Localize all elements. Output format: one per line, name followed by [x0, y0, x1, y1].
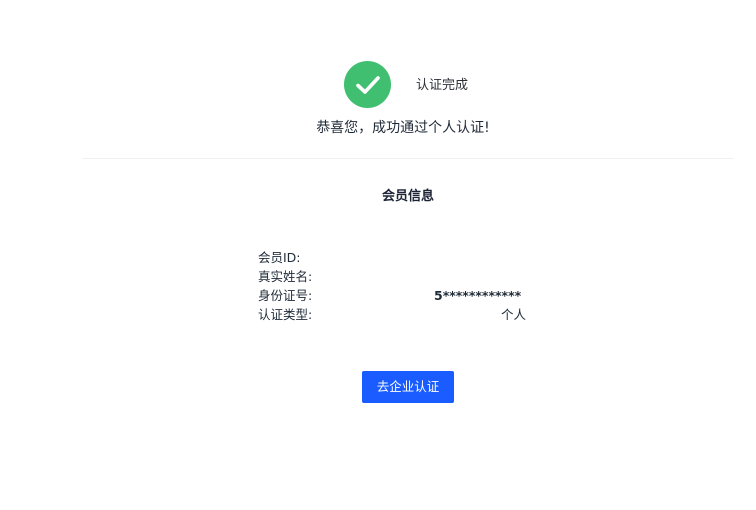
id-number-value: 5************ — [434, 288, 522, 303]
info-row-member-id: 会员ID: — [258, 248, 526, 267]
checkmark-glyph — [355, 75, 380, 94]
auth-type-value: 个人 — [500, 307, 526, 322]
divider — [82, 158, 734, 159]
member-info-list: 会员ID: 真实姓名: 身份证号: 5************ 认证类型: 个人 — [258, 248, 526, 324]
check-circle-icon — [344, 61, 391, 108]
info-row-id-number: 身份证号: 5************ — [258, 286, 526, 305]
member-id-label: 会员ID: — [258, 250, 301, 265]
enterprise-auth-button[interactable]: 去企业认证 — [362, 371, 454, 403]
info-row-real-name: 真实姓名: — [258, 267, 526, 286]
status-title: 认证完成 — [416, 78, 469, 93]
auth-type-label: 认证类型: — [258, 307, 313, 322]
info-row-auth-type: 认证类型: 个人 — [258, 305, 526, 324]
id-number-label: 身份证号: — [258, 288, 313, 303]
real-name-label: 真实姓名: — [258, 269, 313, 284]
section-title: 会员信息 — [381, 189, 434, 204]
status-message: 恭喜您，成功通过个人认证! — [316, 120, 490, 136]
